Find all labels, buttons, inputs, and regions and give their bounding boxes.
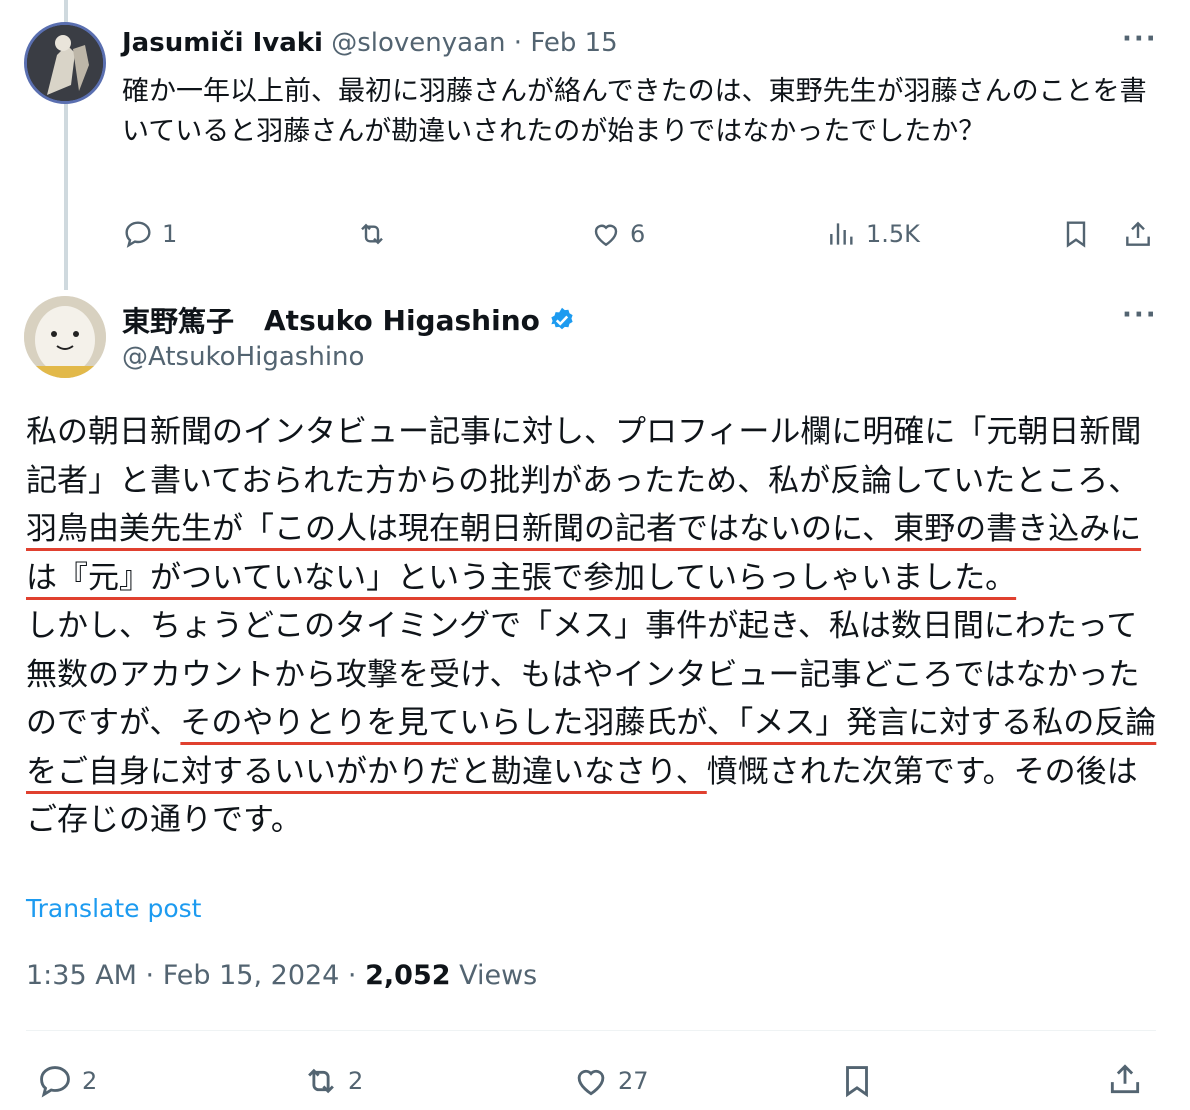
share-icon — [1110, 1064, 1140, 1094]
reply-author-line: Jasumiči Ivaki @slovenyaan · Feb 15 — [122, 28, 618, 58]
views-label: Views — [450, 960, 538, 991]
underlined-text: 羽鳥由美先生が「この人は現在朝日新聞の記者ではないのに、東野の書き込みには『元』… — [26, 511, 1142, 596]
like-button[interactable]: 6 — [590, 218, 645, 250]
share-button[interactable] — [1122, 218, 1154, 250]
like-count: 27 — [618, 1067, 649, 1095]
post-text: 私の朝日新聞のインタビュー記事に対し、プロフィール欄に明確に「元朝日新聞記者」と… — [26, 408, 1166, 845]
repost-count: 2 — [348, 1067, 364, 1095]
author-line: 東野篤子 Atsuko Higashino — [122, 300, 576, 340]
reply-count: 1 — [162, 220, 178, 248]
share-button[interactable] — [1106, 1060, 1144, 1098]
reply-button[interactable]: 2 — [36, 1062, 97, 1100]
reply-count: 2 — [82, 1067, 98, 1095]
divider — [26, 1030, 1156, 1031]
author-name-en[interactable]: Atsuko Higashino — [264, 304, 576, 337]
verified-badge-icon[interactable] — [548, 306, 576, 334]
text-span: 私の朝日新聞のインタビュー記事に対し、プロフィール欄に明確に「元朝日新聞記者」と… — [26, 414, 1142, 499]
like-button[interactable]: 27 — [572, 1062, 649, 1100]
bookmark-icon — [1066, 221, 1086, 248]
like-count: 6 — [630, 220, 646, 248]
heart-icon — [594, 224, 618, 247]
post-time[interactable]: 1:35 AM · Feb 15, 2024 · — [26, 960, 365, 991]
reply-button[interactable]: 1 — [122, 218, 177, 250]
bookmark-icon — [846, 1066, 868, 1098]
repost-button[interactable] — [356, 218, 388, 250]
bookmark-button[interactable] — [1060, 218, 1092, 250]
translate-post-link[interactable]: Translate post — [26, 894, 201, 923]
reply-icon — [40, 1066, 70, 1098]
author-handle[interactable]: @AtsukoHigashino — [122, 342, 364, 372]
post-meta: 1:35 AM · Feb 15, 2024 · 2,052 Views — [26, 960, 537, 991]
reply-text: 確か一年以上前、最初に羽藤さんが絡んできたのは、東野先生が羽藤さんのことを書いて… — [122, 76, 1147, 147]
repost-icon — [361, 223, 383, 245]
views-button[interactable]: 1.5K — [826, 218, 920, 250]
author-name-jp[interactable]: 東野篤子 — [122, 300, 234, 340]
paragraph: しかし、ちょうどこのタイミングで「メス」事件が起き、私は数日間にわたって無数のア… — [26, 602, 1166, 845]
repost-icon — [308, 1068, 334, 1094]
views-count: 2,052 — [365, 960, 451, 991]
separator: · — [513, 28, 523, 58]
paragraph: 私の朝日新聞のインタビュー記事に対し、プロフィール欄に明確に「元朝日新聞記者」と… — [26, 408, 1166, 602]
author-name[interactable]: Jasumiči Ivaki — [122, 28, 323, 58]
bookmark-button[interactable] — [838, 1062, 876, 1100]
analytics-icon — [830, 223, 853, 245]
repost-button[interactable]: 2 — [302, 1062, 363, 1100]
heart-icon — [577, 1069, 605, 1096]
post-date[interactable]: Feb 15 — [530, 28, 617, 58]
views-count: 1.5K — [866, 220, 920, 248]
author-handle[interactable]: @slovenyaan — [331, 28, 505, 58]
more-options-icon[interactable]: ··· — [1122, 300, 1158, 330]
more-options-icon[interactable]: ··· — [1122, 24, 1158, 54]
reply-icon — [125, 221, 151, 248]
avatar[interactable] — [24, 22, 106, 104]
author-name-en-label: Atsuko Higashino — [264, 303, 540, 337]
share-icon — [1126, 221, 1150, 246]
avatar[interactable] — [24, 296, 106, 378]
